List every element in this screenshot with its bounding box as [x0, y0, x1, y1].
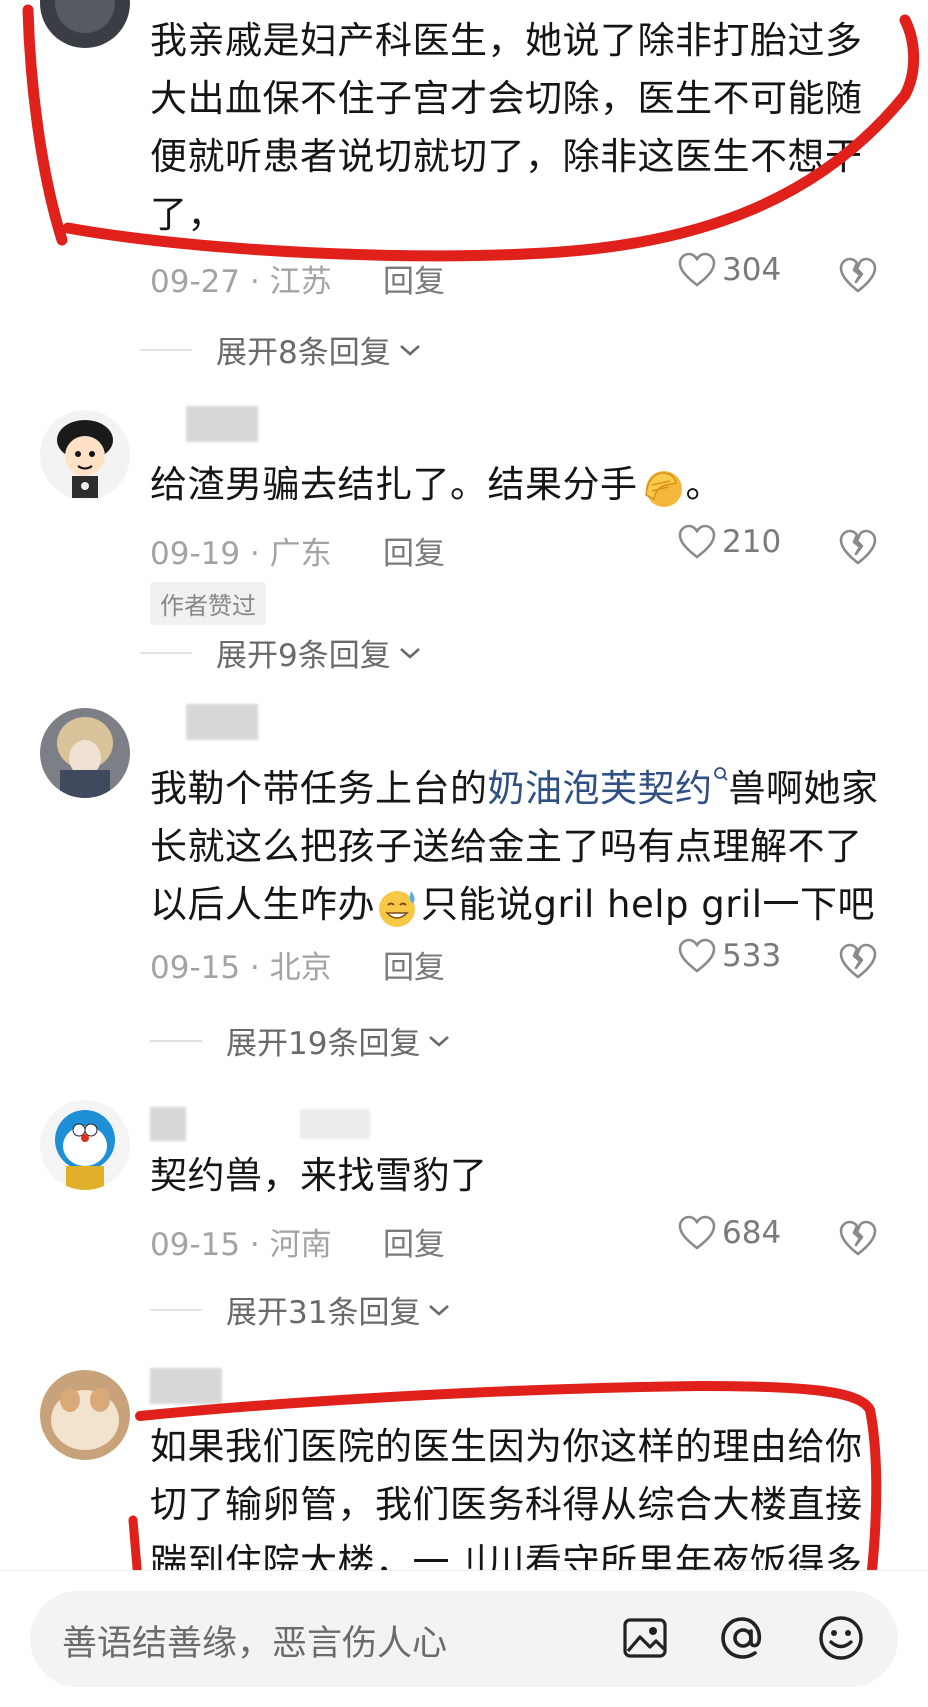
- avatar[interactable]: [40, 1100, 130, 1190]
- comment-text: 给渣男骗去结扎了。结果分手。: [150, 456, 890, 514]
- at-icon[interactable]: [718, 1613, 768, 1663]
- avatar[interactable]: [40, 1370, 130, 1460]
- like-button[interactable]: 304: [678, 252, 781, 288]
- comment-date-location: 09-15 · 河南: [150, 1227, 332, 1263]
- like-button[interactable]: 533: [678, 938, 781, 974]
- chevron-down-icon: [399, 647, 420, 659]
- comment-input-placeholder: 善语结善缘，恶言伤人心: [62, 1624, 448, 1664]
- expand-label: 展开9条回复: [216, 638, 391, 674]
- expand-label: 展开31条回复: [226, 1295, 421, 1331]
- heart-icon: [678, 938, 716, 973]
- reply-button[interactable]: 回复: [383, 942, 445, 987]
- divider-line: [140, 348, 192, 351]
- expand-replies-button[interactable]: 展开8条回复: [140, 327, 423, 372]
- reply-button[interactable]: 回复: [383, 528, 445, 573]
- expand-replies-button[interactable]: 展开9条回复: [140, 630, 423, 675]
- expand-replies-button[interactable]: 展开31条回复: [150, 1287, 452, 1332]
- comment-input[interactable]: 善语结善缘，恶言伤人心: [30, 1591, 898, 1687]
- expand-label: 展开8条回复: [216, 335, 391, 371]
- heart-icon: [678, 524, 716, 559]
- broken-heart-icon[interactable]: [838, 942, 878, 980]
- heart-icon: [678, 252, 716, 287]
- avatar[interactable]: [40, 708, 130, 798]
- comment-text: 我勒个带任务上台的奶油泡芙契约 兽啊她家长就这么把孩子送给金主了吗有点理解不了以后…: [150, 760, 890, 934]
- facepalm-emoji: [644, 470, 682, 507]
- like-button[interactable]: 684: [678, 1215, 781, 1251]
- comment-text: 如果我们医院的医生因为你这样的理由给你切了输卵管，我们医务科得从综合大楼直接踹到…: [150, 1425, 863, 1570]
- blurred-username: [150, 1368, 222, 1404]
- blurred-username: [300, 1109, 370, 1139]
- comment-item: 契约兽，来找雪豹了 09-15 · 河南 回复 684 展开31条回复: [0, 1095, 928, 1345]
- divider-line: [140, 651, 192, 654]
- comment-input-bar: 善语结善缘，恶言伤人心: [0, 1570, 928, 1707]
- comment-item: 如果我们医院的医生因为你这样的理由给你切了输卵管，我们医务科得从综合大楼直接踹到…: [0, 1360, 928, 1570]
- chevron-down-icon: [429, 1304, 450, 1316]
- chevron-down-icon: [429, 1035, 450, 1047]
- avatar[interactable]: [40, 0, 130, 48]
- blurred-username: [186, 406, 258, 442]
- like-count: 304: [722, 252, 782, 288]
- author-liked-badge: 作者赞过: [150, 582, 266, 625]
- comment-item: 给渣男骗去结扎了。结果分手。 09-19 · 广东 回复 210 作者赞过 展开…: [0, 400, 928, 690]
- comment-item: 我亲戚是妇产科医生，她说了除非打胎过多大出血保不住子宫才会切除，医生不可能随便就…: [0, 0, 928, 371]
- like-count: 684: [722, 1215, 782, 1251]
- blurred-username: [186, 704, 258, 740]
- search-icon: [713, 767, 728, 781]
- avatar[interactable]: [40, 410, 130, 500]
- divider-line: [150, 1039, 202, 1042]
- chevron-down-icon: [399, 344, 420, 356]
- like-button[interactable]: 210: [678, 524, 781, 560]
- reply-button[interactable]: 回复: [383, 1219, 445, 1264]
- blurred-username: [150, 1107, 186, 1141]
- broken-heart-icon[interactable]: [838, 256, 878, 294]
- reply-button[interactable]: 回复: [383, 256, 445, 301]
- expand-replies-button[interactable]: 展开19条回复: [150, 1018, 452, 1063]
- like-count: 533: [722, 938, 782, 974]
- search-link[interactable]: 奶油泡芙契约: [488, 767, 713, 810]
- sweat-smile-emoji: [379, 890, 415, 927]
- like-count: 210: [722, 524, 782, 560]
- image-icon[interactable]: [620, 1613, 670, 1663]
- broken-heart-icon[interactable]: [838, 528, 878, 566]
- expand-label: 展开19条回复: [226, 1026, 421, 1062]
- comment-date-location: 09-19 · 广东: [150, 536, 332, 572]
- broken-heart-icon[interactable]: [838, 1219, 878, 1257]
- divider-line: [150, 1308, 202, 1311]
- comment-item: 我勒个带任务上台的奶油泡芙契约 兽啊她家长就这么把孩子送给金主了吗有点理解不了以后…: [0, 700, 928, 1080]
- heart-icon: [678, 1215, 716, 1250]
- comment-text: 契约兽，来找雪豹了: [150, 1154, 488, 1197]
- emoji-icon[interactable]: [816, 1613, 866, 1663]
- comment-date-location: 09-15 · 北京: [150, 950, 332, 986]
- comment-text: 我亲戚是妇产科医生，她说了除非打胎过多大出血保不住子宫才会切除，医生不可能随便就…: [150, 19, 863, 236]
- comment-date-location: 09-27 · 江苏: [150, 264, 332, 300]
